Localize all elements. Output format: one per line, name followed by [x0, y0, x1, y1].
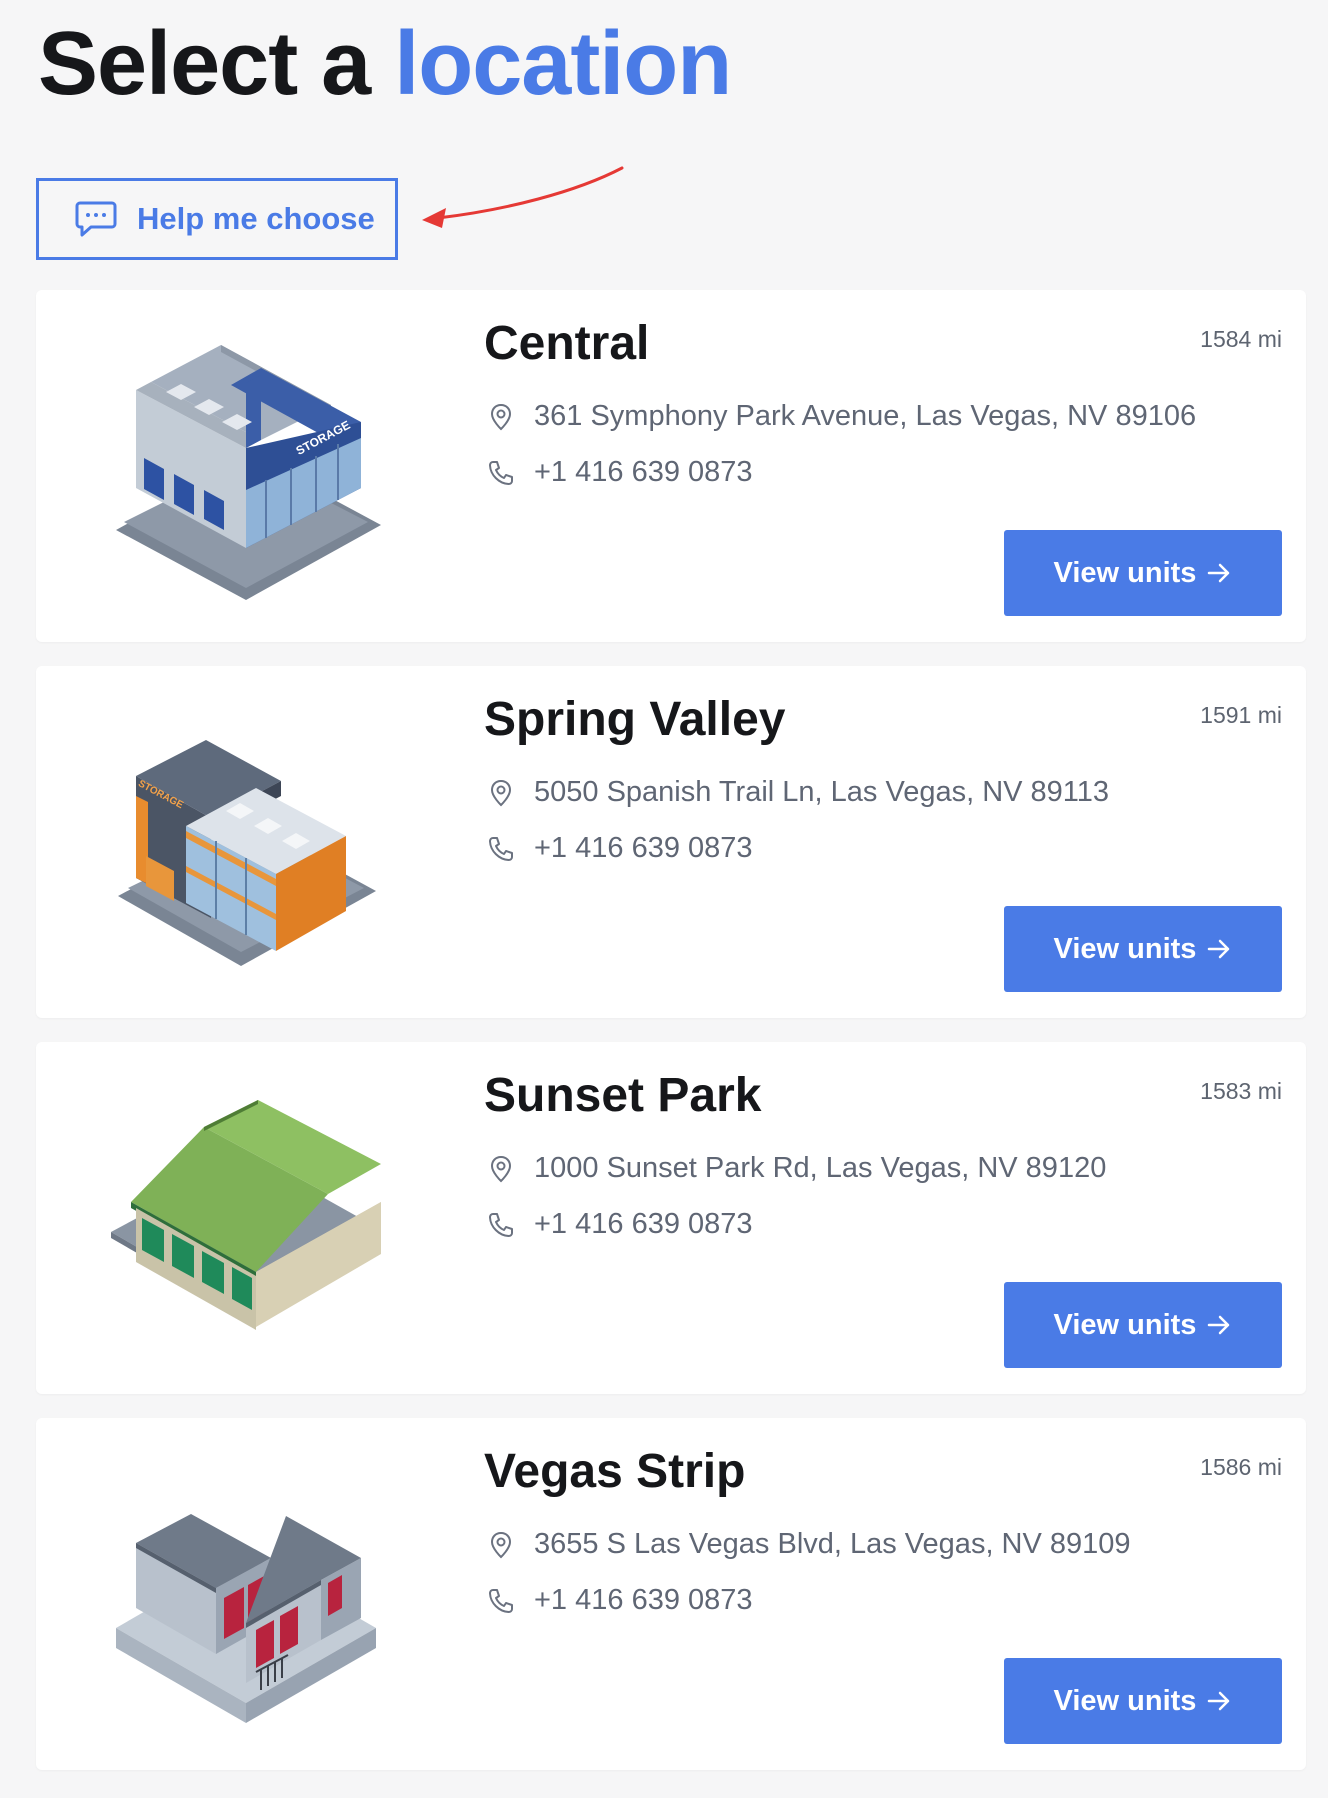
- arrow-right-icon: [1206, 936, 1232, 962]
- location-address: 361 Symphony Park Avenue, Las Vegas, NV …: [534, 400, 1197, 432]
- location-phone-row: +1 416 639 0873: [486, 1584, 753, 1617]
- arrow-right-icon: [1206, 560, 1232, 586]
- red-door-storage-units-illustration: [106, 1458, 386, 1728]
- view-units-label: View units: [1053, 556, 1197, 589]
- location-distance: 1583 mi: [1200, 1078, 1282, 1104]
- view-units-label: View units: [1053, 1308, 1197, 1341]
- location-address-row: 1000 Sunset Park Rd, Las Vegas, NV 89120: [486, 1152, 1106, 1185]
- location-address-row: 5050 Spanish Trail Ln, Las Vegas, NV 891…: [486, 776, 1109, 809]
- location-card-spring-valley: STORAGE Spring Valley 1591 mi 5050 Spani…: [36, 666, 1306, 1018]
- help-me-choose-label: Help me choose: [137, 201, 375, 236]
- location-phone-row: +1 416 639 0873: [486, 1208, 753, 1241]
- location-distance: 1591 mi: [1200, 702, 1282, 728]
- location-address: 5050 Spanish Trail Ln, Las Vegas, NV 891…: [534, 776, 1110, 808]
- view-units-button[interactable]: View units: [1004, 530, 1282, 616]
- orange-storage-building-illustration: STORAGE: [106, 706, 386, 976]
- location-name: Spring Valley: [484, 693, 786, 746]
- location-distance: 1584 mi: [1200, 326, 1282, 352]
- map-pin-icon: [486, 778, 516, 808]
- annotation-arrow: [422, 166, 624, 228]
- location-name: Central: [484, 317, 650, 370]
- view-units-button[interactable]: View units: [1004, 1282, 1282, 1368]
- location-address-row: 361 Symphony Park Avenue, Las Vegas, NV …: [486, 400, 1196, 433]
- map-pin-icon: [486, 1154, 516, 1184]
- page-title: Select a location: [38, 14, 732, 114]
- blue-storage-building-illustration: STORAGE: [106, 330, 386, 600]
- view-units-button[interactable]: View units: [1004, 906, 1282, 992]
- location-phone: +1 416 639 0873: [534, 456, 753, 488]
- location-address: 1000 Sunset Park Rd, Las Vegas, NV 89120: [534, 1152, 1107, 1184]
- view-units-label: View units: [1053, 932, 1197, 965]
- location-phone: +1 416 639 0873: [534, 1584, 753, 1616]
- phone-icon: [486, 1210, 516, 1240]
- phone-icon: [486, 1586, 516, 1616]
- phone-icon: [486, 834, 516, 864]
- location-card-vegas-strip: Vegas Strip 1586 mi 3655 S Las Vegas Blv…: [36, 1418, 1306, 1770]
- location-phone-row: +1 416 639 0873: [486, 456, 753, 489]
- location-card-central: STORAGE Central 1584 mi 361 Symphony Par…: [36, 290, 1306, 642]
- help-me-choose-button[interactable]: Help me choose: [36, 178, 398, 260]
- location-name: Vegas Strip: [484, 1445, 746, 1498]
- green-roof-warehouse-illustration: [106, 1082, 386, 1352]
- phone-icon: [486, 458, 516, 488]
- view-units-label: View units: [1053, 1684, 1197, 1717]
- location-name: Sunset Park: [484, 1069, 762, 1122]
- map-pin-icon: [486, 1530, 516, 1560]
- map-pin-icon: [486, 402, 516, 432]
- arrow-right-icon: [1206, 1312, 1232, 1338]
- page-title-accent: location: [394, 14, 732, 114]
- location-phone: +1 416 639 0873: [534, 1208, 753, 1240]
- location-distance: 1586 mi: [1200, 1454, 1282, 1480]
- chat-bubble-icon: [75, 199, 117, 239]
- location-address: 3655 S Las Vegas Blvd, Las Vegas, NV 891…: [534, 1528, 1131, 1560]
- location-card-sunset-park: Sunset Park 1583 mi 1000 Sunset Park Rd,…: [36, 1042, 1306, 1394]
- view-units-button[interactable]: View units: [1004, 1658, 1282, 1744]
- location-phone-row: +1 416 639 0873: [486, 832, 753, 865]
- location-phone: +1 416 639 0873: [534, 832, 753, 864]
- location-address-row: 3655 S Las Vegas Blvd, Las Vegas, NV 891…: [486, 1528, 1131, 1561]
- arrow-right-icon: [1206, 1688, 1232, 1714]
- page-title-text: Select a: [38, 14, 395, 114]
